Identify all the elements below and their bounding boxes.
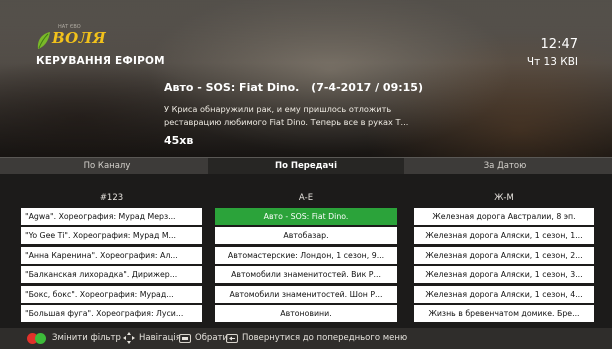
column-header: А-Е (298, 193, 314, 203)
program-description: У Криса обнаружили рак, и ему пришлось о… (164, 104, 409, 127)
list-item[interactable]: Железная дорога Аляски, 1 сезон, 4... (414, 285, 594, 303)
list-item[interactable]: "Agwa". Хореография: Мурад Мерз... (21, 208, 202, 225)
hint-navigation: Навігація (139, 333, 181, 343)
logo-leaf-icon (37, 32, 50, 49)
tab-by-channel[interactable]: По Каналу (6, 158, 208, 175)
column-header: Ж-М (494, 193, 514, 203)
program-airing: (7-4-2017 / 09:15) (311, 81, 423, 94)
list-item[interactable]: Железная дорога Аляски, 1 сезон, 3... (414, 266, 594, 284)
list-item[interactable]: Автомобили знаменитостей. Вик Р... (215, 266, 397, 284)
filter-tabs: По Каналу По Передачі За Датою (0, 157, 612, 175)
ok-button-icon (179, 334, 191, 343)
column-header: #123 (99, 193, 124, 203)
list-item[interactable]: "Большая фуга". Хореография: Луси... (21, 304, 202, 322)
list-item[interactable]: Автомастерские: Лондон, 1 сезон, 9... (215, 246, 397, 264)
column-channel: #123 "Agwa". Хореография: Мурад Мерз... … (21, 189, 202, 324)
list-item[interactable]: Железная дорога Аляски, 1 сезон, 1... (414, 227, 594, 245)
brand-name: ВОЛЯ (52, 29, 107, 47)
list-item[interactable]: Железная дорога Австралии, 8 эп. (414, 208, 594, 225)
navigation-arrows-icon (123, 332, 135, 344)
hero-shade (0, 0, 612, 157)
hint-select: Обрати (195, 333, 229, 343)
page-title: КЕРУВАННЯ ЕФІРОМ (36, 55, 165, 67)
program-heading: Авто - SOS: Fiat Dino. (7-4-2017 / 09:15… (164, 81, 423, 94)
list-item[interactable]: "Yo Gee Ti". Хореография: Мурад М... (21, 227, 202, 245)
list-item[interactable]: "Балканская лихорадка". Дирижер... (21, 266, 202, 284)
program-title: Авто - SOS: Fiat Dino. (164, 81, 300, 94)
list-item[interactable]: Железная дорога Аляски, 1 сезон, 2... (414, 246, 594, 264)
hero-banner: НАТ ЄВО ВОЛЯ КЕРУВАННЯ ЕФІРОМ 12:47 Чт 1… (0, 0, 612, 157)
list-item[interactable]: Автомобили знаменитостей. Шон Р... (215, 285, 397, 303)
hint-back: Повернутися до попереднього меню (242, 333, 408, 343)
tab-by-program[interactable]: По Передачі (208, 158, 404, 175)
list-item[interactable]: "Бокс, бокс". Хореография: Мурад... (21, 285, 202, 303)
back-button-icon (226, 334, 238, 343)
clock-date: Чт 13 КВІ (526, 56, 578, 68)
list-item[interactable]: "Анна Каренина". Хореография: Ал... (21, 246, 202, 264)
list-item[interactable]: Автоновини. (215, 304, 397, 322)
footer-hints: Змінити фільтр Навігація Обрати Повернут… (0, 328, 612, 349)
hint-change-filter: Змінити фільтр (52, 333, 121, 343)
list-item-selected[interactable]: Авто - SOS: Fiat Dino. (215, 208, 397, 225)
program-duration: 45хв (164, 134, 194, 147)
list-item[interactable]: Жизнь в бревенчатом домике. Бре... (414, 304, 594, 322)
tab-by-date[interactable]: За Датою (404, 158, 606, 175)
column-zh-m: Ж-М Железная дорога Австралии, 8 эп. Жел… (414, 189, 594, 324)
program-lists: #123 "Agwa". Хореография: Мурад Мерз... … (0, 174, 612, 328)
clock-time: 12:47 (540, 37, 578, 52)
list-item[interactable]: Автобазар. (215, 227, 397, 245)
brand-logo: НАТ ЄВО ВОЛЯ (36, 24, 107, 55)
column-a-e: А-Е Авто - SOS: Fiat Dino. Автобазар. Ав… (215, 189, 397, 324)
green-button-icon (35, 333, 46, 344)
